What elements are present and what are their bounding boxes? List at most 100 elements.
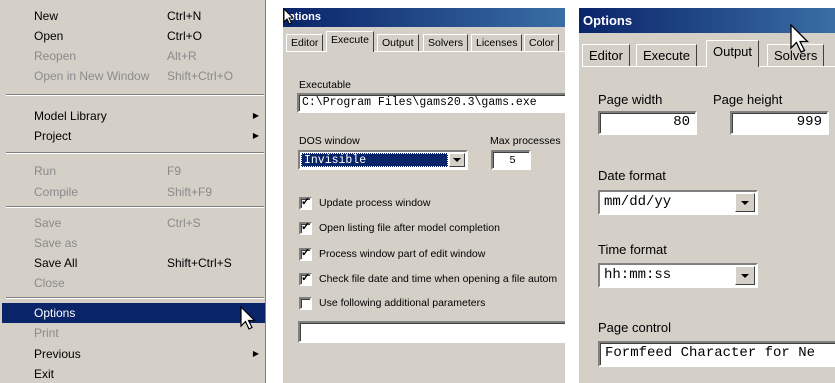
update-process-window-checkbox[interactable]: ✓ (299, 196, 312, 210)
page-height-input[interactable]: 999 (730, 111, 829, 135)
menu-item-label: Print (34, 326, 59, 340)
menu-item-close: Close (2, 273, 265, 293)
menu-item-save-all[interactable]: Save All Shift+Ctrl+S (2, 253, 265, 273)
menu-item-save: Save Ctrl+S (2, 213, 265, 233)
dialog-title: ptions (283, 8, 565, 27)
time-format-label: Time format (598, 242, 667, 257)
menu-item-label: Open (34, 29, 64, 43)
menu-item-open[interactable]: Open Ctrl+O (2, 26, 265, 46)
date-format-select[interactable]: mm/dd/yy (598, 190, 758, 215)
checkbox-label: Check file date and time when opening a … (319, 273, 558, 285)
menu-item-shortcut: Shift+Ctrl+O (167, 69, 234, 83)
checkmark-icon: ✓ (301, 221, 311, 233)
dropdown-arrow-icon[interactable] (735, 193, 755, 212)
dropdown-arrow-icon[interactable] (449, 153, 465, 167)
tab-strip: Editor Execute Output Solvers Licenses C… (286, 31, 565, 52)
checkbox-label: Open listing file after model completion (319, 222, 500, 234)
mouse-pointer-icon (790, 24, 810, 53)
menu-item-options[interactable]: Options (2, 303, 265, 323)
menu-separator (6, 94, 264, 96)
date-format-label: Date format (598, 168, 666, 183)
open-listing-file-checkbox[interactable]: ✓ (299, 221, 312, 235)
menu-item-open-in-new-window: Open in New Window Shift+Ctrl+O (2, 66, 265, 86)
submenu-arrow-icon: ▶ (252, 111, 259, 120)
options-dialog-output: Options Editor Execute Output Solvers Pa… (578, 8, 835, 383)
menu-item-label: New (34, 9, 59, 23)
menu-item-shortcut: Ctrl+O (167, 29, 203, 43)
menu-item-label: Options (34, 306, 76, 320)
page-control-label: Page control (598, 320, 671, 335)
menu-item-label: Save All (34, 256, 78, 270)
menu-item-run: Run F9 (2, 161, 265, 181)
executable-input[interactable]: C:\Program Files\gams20.3\gams.exe (297, 93, 565, 113)
menu-item-save-as: Save as (2, 233, 265, 253)
additional-parameters-checkbox[interactable] (299, 297, 312, 310)
executable-label: Executable (299, 79, 351, 91)
menu-item-label: Compile (34, 185, 79, 199)
menu-item-label: Previous (34, 347, 81, 361)
menu-item-print: Print (2, 323, 265, 343)
menu-separator (6, 152, 264, 154)
menu-item-shortcut: Ctrl+N (167, 9, 202, 23)
checkmark-icon: ✓ (301, 247, 311, 259)
checkbox-label: Use following additional parameters (319, 297, 486, 309)
file-menu: New Ctrl+N Open Ctrl+O Reopen Alt+R Open… (0, 0, 271, 383)
page-width-label: Page width (598, 92, 663, 107)
time-format-value: hh:mm:ss (604, 267, 672, 283)
menu-item-label: Close (34, 276, 65, 290)
date-format-value: mm/dd/yy (604, 194, 672, 210)
dos-window-select[interactable]: Invisible (298, 150, 468, 170)
menu-item-project[interactable]: Project ▶ (2, 126, 265, 146)
tab-output[interactable]: Output (706, 40, 760, 67)
menu-item-compile: Compile Shift+F9 (2, 182, 265, 202)
menu-item-exit[interactable]: Exit (2, 364, 265, 383)
menu-item-shortcut: F9 (167, 164, 182, 178)
max-processes-input[interactable]: 5 (491, 150, 531, 170)
menu-item-shortcut: Shift+F9 (167, 185, 213, 199)
checkbox-label: Process window part of edit window (319, 248, 486, 260)
process-window-part-checkbox[interactable]: ✓ (299, 247, 312, 261)
mouse-pointer-icon (240, 306, 256, 330)
tab-color[interactable]: Color (524, 34, 560, 51)
menu-separator (6, 206, 264, 208)
checkmark-icon: ✓ (301, 272, 311, 284)
tab-execute[interactable]: Execute (326, 31, 374, 52)
dos-window-label: DOS window (299, 135, 360, 147)
menu-item-shortcut: Ctrl+S (167, 216, 201, 230)
check-file-date-checkbox[interactable]: ✓ (299, 272, 312, 286)
menu-item-label: Open in New Window (34, 69, 150, 83)
tab-solvers[interactable]: Solvers (423, 34, 469, 51)
menu-separator (6, 297, 264, 299)
time-format-select[interactable]: hh:mm:ss (598, 263, 758, 288)
menu-item-new[interactable]: New Ctrl+N (2, 6, 265, 26)
tab-licenses[interactable]: Licenses (471, 34, 523, 51)
additional-parameters-input[interactable] (298, 321, 565, 343)
menu-item-label: Exit (34, 367, 55, 381)
tab-output[interactable]: Output (377, 34, 419, 51)
dos-window-value: Invisible (301, 153, 448, 167)
menu-item-model-library[interactable]: Model Library ▶ (2, 106, 265, 126)
menu-item-shortcut: Shift+Ctrl+S (167, 256, 232, 270)
submenu-arrow-icon: ▶ (252, 349, 259, 358)
page-control-select[interactable]: Formfeed Character for Ne (598, 341, 835, 367)
menu-item-reopen: Reopen Alt+R (2, 46, 265, 66)
mouse-pointer-icon (283, 8, 295, 25)
menu-item-label: Save as (34, 236, 78, 250)
tab-execute[interactable]: Execute (636, 44, 697, 66)
options-dialog-execute: ptions Editor Execute Output Solvers Lic… (282, 8, 565, 383)
menu-item-label: Reopen (34, 49, 77, 63)
tab-editor[interactable]: Editor (286, 34, 324, 51)
menu-item-shortcut: Alt+R (167, 49, 197, 63)
menu-border (265, 0, 271, 383)
page-width-input[interactable]: 80 (598, 111, 697, 135)
checkmark-icon: ✓ (301, 196, 311, 208)
page-height-label: Page height (713, 92, 783, 107)
menu-item-label: Model Library (34, 109, 107, 123)
menu-item-previous[interactable]: Previous ▶ (2, 344, 265, 364)
menu-item-label: Run (34, 164, 57, 178)
menu-item-label: Save (34, 216, 62, 230)
tab-editor[interactable]: Editor (582, 44, 630, 66)
dropdown-arrow-icon[interactable] (735, 266, 755, 285)
checkbox-label: Update process window (319, 197, 431, 209)
menu-item-label: Project (34, 129, 72, 143)
